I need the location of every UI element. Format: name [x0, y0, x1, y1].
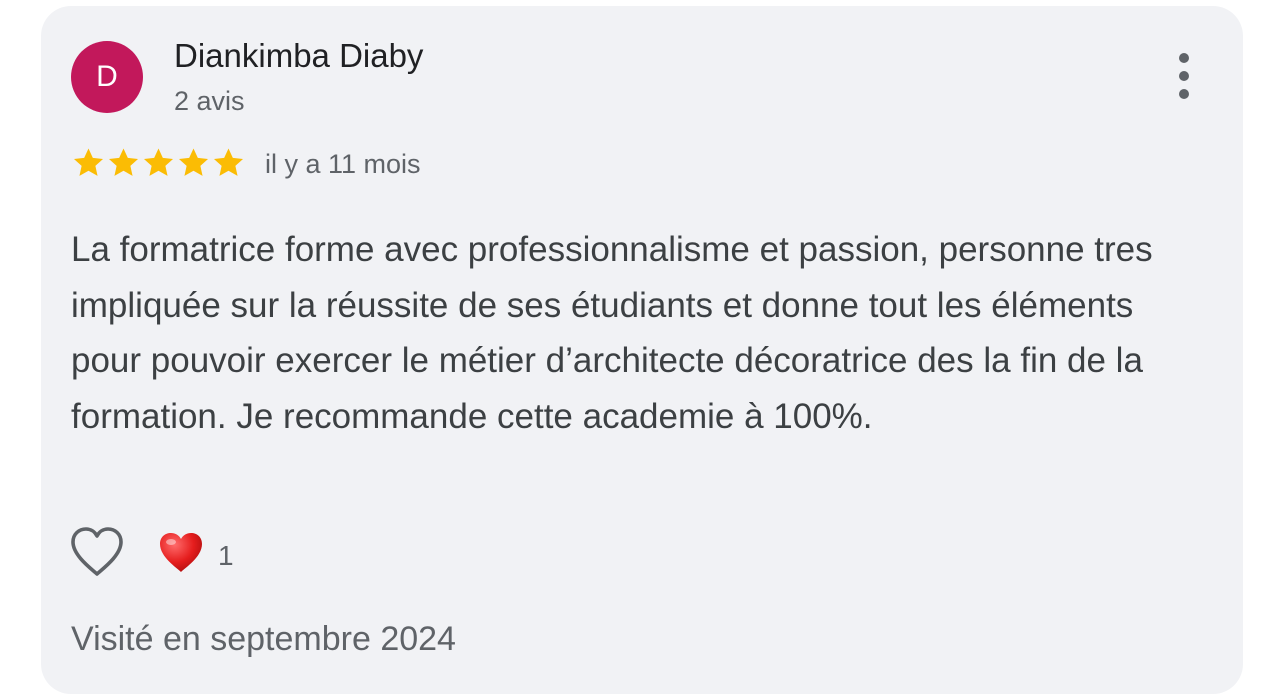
star-icon [73, 148, 104, 176]
like-button[interactable] [69, 526, 125, 578]
avatar[interactable]: D [71, 41, 143, 113]
author-name[interactable]: Diankimba Diaby [174, 37, 423, 75]
reaction-count: 1 [218, 540, 234, 571]
star-icon [143, 148, 174, 176]
more-options-button[interactable] [1169, 53, 1199, 99]
author-review-count: 2 avis [174, 86, 245, 116]
review-time: il y a 11 mois [265, 149, 421, 179]
more-options-icon [1179, 53, 1189, 63]
review-text: La formatrice forme avec professionnalis… [71, 230, 1153, 436]
star-icon [108, 148, 139, 176]
avatar-initial: D [96, 60, 118, 93]
star-icon [178, 148, 209, 176]
more-options-dot [1179, 71, 1189, 81]
review-card: D Diankimba Diaby 2 avis il y a 11 mois … [41, 6, 1243, 694]
red-heart-icon[interactable] [158, 531, 204, 575]
star-rating [71, 146, 246, 180]
star-icon [213, 148, 244, 176]
visit-date: Visité en septembre 2024 [71, 620, 456, 658]
heart-outline-icon [71, 527, 123, 576]
more-options-dot [1179, 89, 1189, 99]
